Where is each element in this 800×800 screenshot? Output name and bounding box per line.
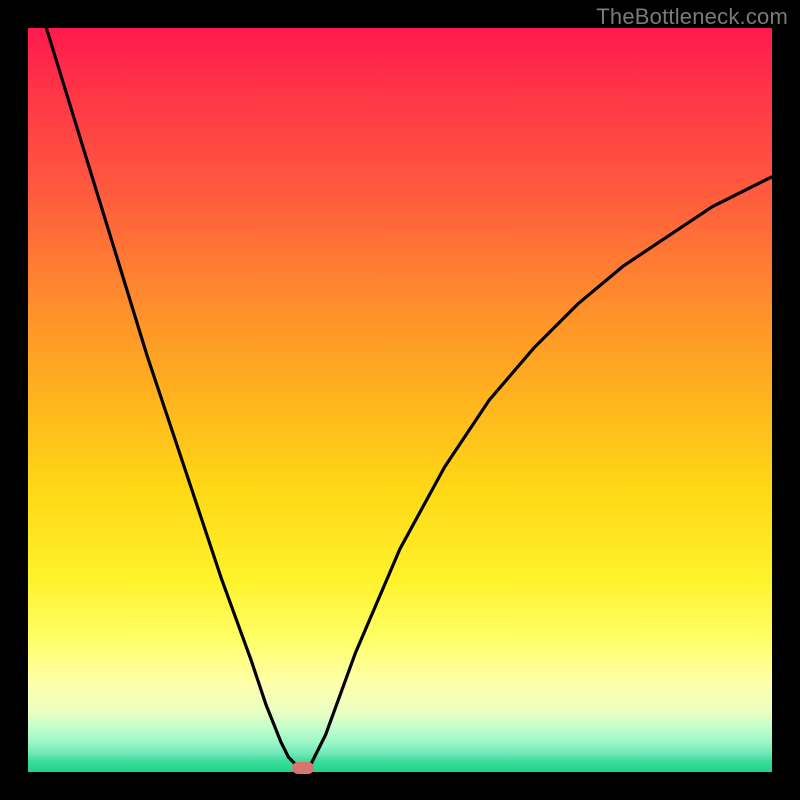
watermark-text: TheBottleneck.com (596, 4, 788, 30)
chart-frame: TheBottleneck.com (0, 0, 800, 800)
bottleneck-curve (28, 28, 772, 772)
curve-path (28, 0, 772, 772)
minimum-marker (292, 762, 314, 774)
